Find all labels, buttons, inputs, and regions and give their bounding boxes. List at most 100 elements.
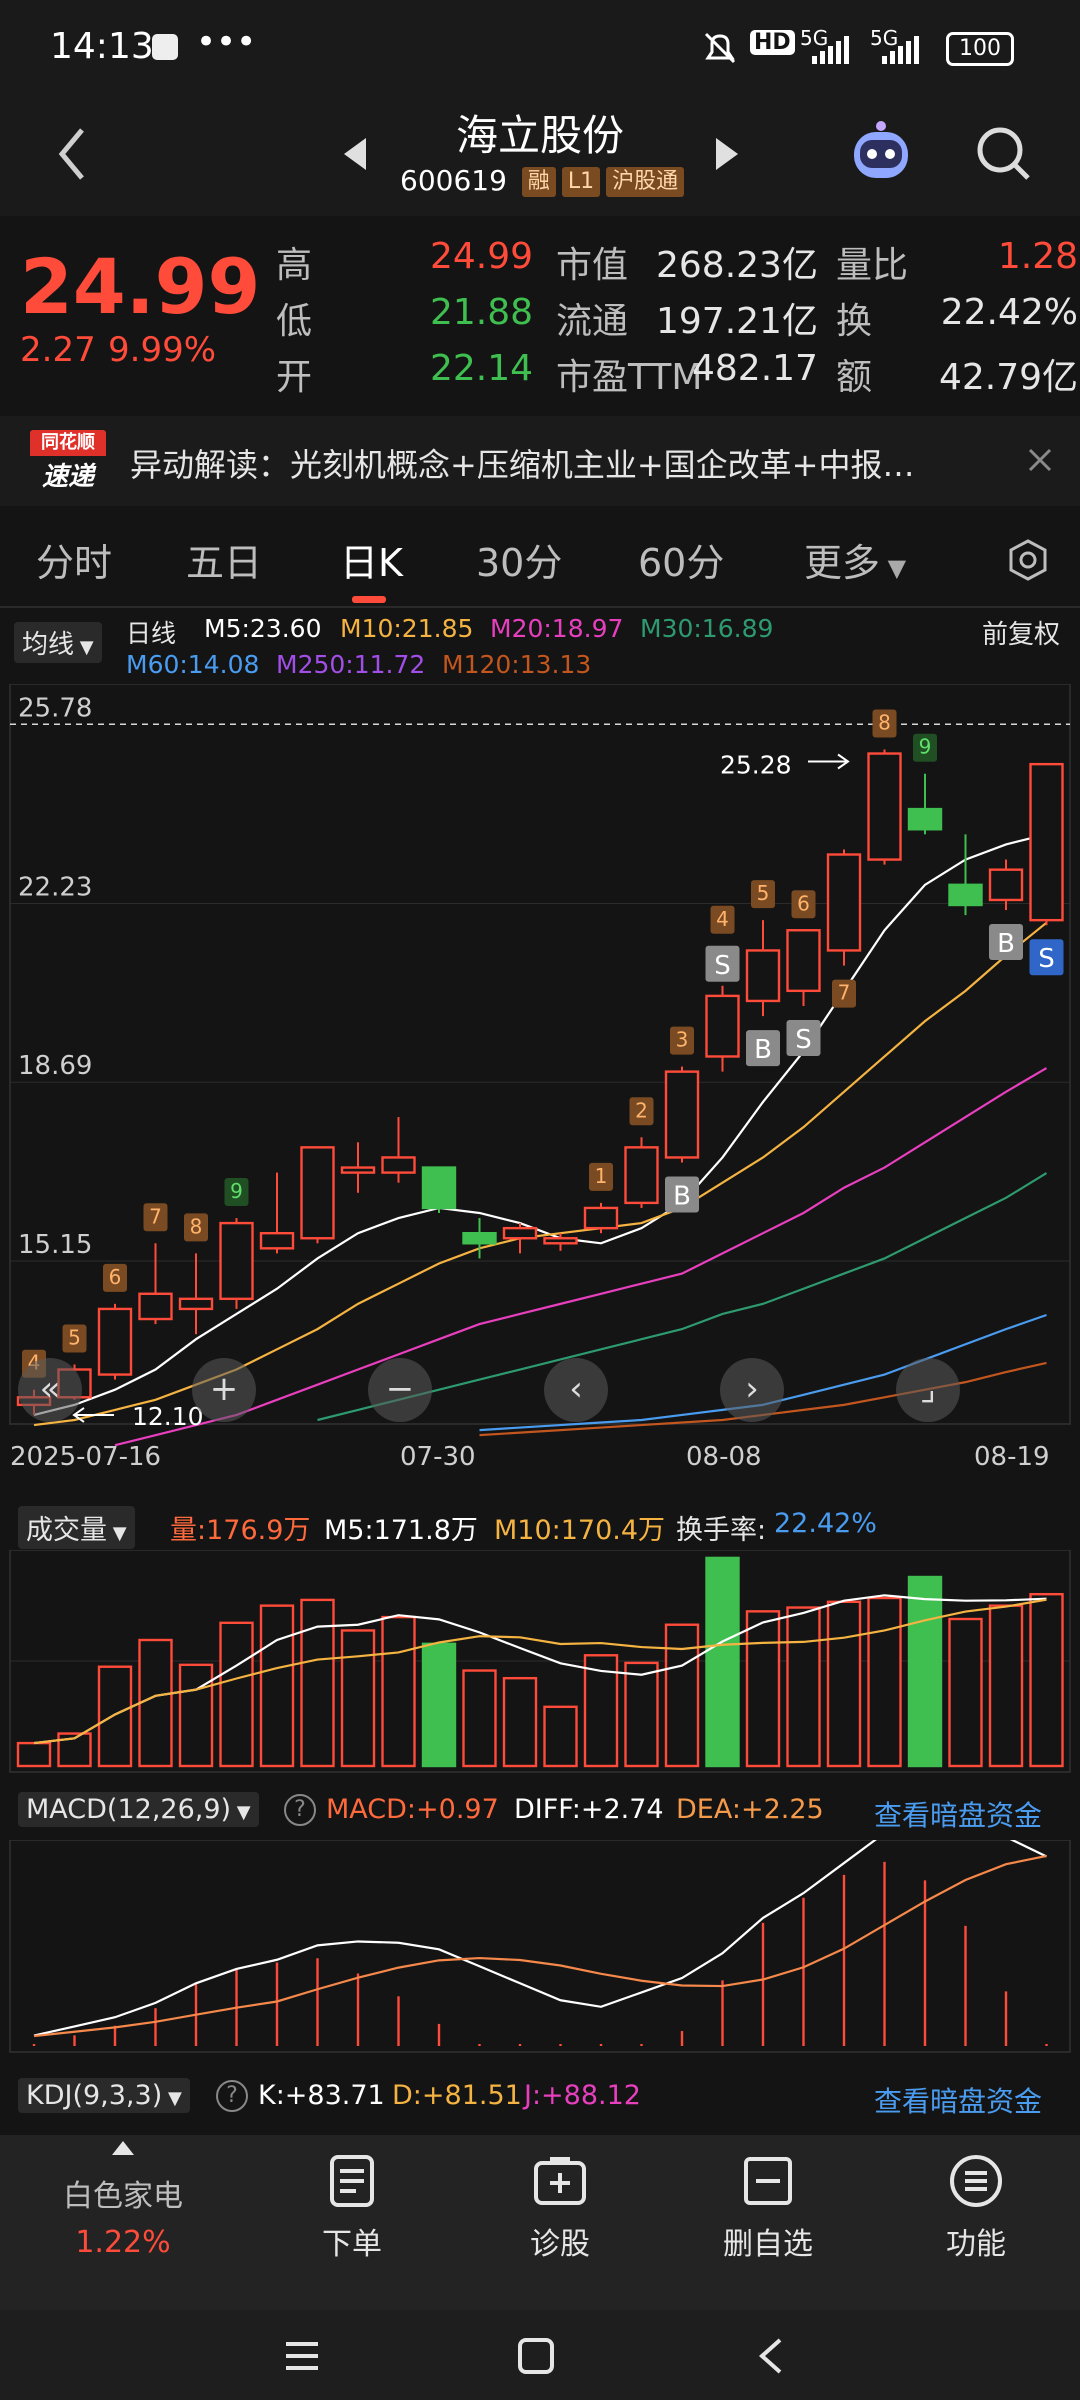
open-label: 开 bbox=[276, 357, 313, 398]
order-button[interactable]: 下单 bbox=[272, 2153, 432, 2263]
amount-label: 额 bbox=[836, 357, 873, 398]
settings-icon[interactable] bbox=[1006, 538, 1050, 582]
stock-header: 海立股份 600619 融 L1 沪股通 bbox=[0, 96, 1080, 216]
zoom-in-icon[interactable]: + bbox=[192, 1358, 256, 1422]
volume-bar bbox=[624, 1661, 659, 1768]
scroll-right-icon[interactable]: › bbox=[720, 1358, 784, 1422]
mcap-value: 268.23亿 bbox=[656, 245, 818, 286]
macd-dark-pool-link[interactable]: 查看暗盘资金 bbox=[874, 1794, 1042, 1834]
volume-bar bbox=[340, 1629, 376, 1768]
search-icon[interactable] bbox=[974, 124, 1034, 184]
candle-body bbox=[462, 1231, 497, 1245]
next-stock-icon[interactable] bbox=[712, 134, 742, 174]
tab-30min[interactable]: 30分 bbox=[476, 532, 562, 587]
tab-daily-k[interactable]: 日K bbox=[340, 532, 403, 587]
candle-body bbox=[988, 868, 1024, 902]
volume-bar bbox=[948, 1617, 983, 1768]
candle-body bbox=[300, 1146, 335, 1240]
candle-body bbox=[543, 1237, 578, 1245]
kdj-j: J:+88.12 bbox=[524, 2080, 641, 2111]
order-label: 下单 bbox=[322, 2227, 382, 2262]
volume-m5: M5:171.8万 bbox=[324, 1515, 478, 1546]
candle-body bbox=[178, 1297, 214, 1311]
kdj-selector[interactable]: KDJ(9,3,3) ▼ bbox=[18, 2078, 190, 2113]
close-icon[interactable] bbox=[1024, 444, 1056, 476]
volume-bar bbox=[664, 1623, 700, 1768]
diagnose-button[interactable]: 诊股 bbox=[480, 2153, 640, 2263]
volume-bar bbox=[826, 1600, 862, 1768]
signal-marker-label: 9 bbox=[230, 1179, 243, 1203]
remove-watchlist-button[interactable]: 删自选 bbox=[688, 2153, 848, 2263]
signal-marker-label: 6 bbox=[109, 1265, 122, 1289]
ma-legend: 均线 ▼ 日线 M5:23.60 M10:21.85 M20:18.97 M30… bbox=[0, 608, 1080, 684]
tab-intraday[interactable]: 分时 bbox=[36, 532, 112, 587]
kdj-dark-pool-link[interactable]: 查看暗盘资金 bbox=[874, 2080, 1042, 2120]
candle-body bbox=[867, 752, 902, 861]
candle-body bbox=[1029, 762, 1064, 922]
candle-body bbox=[502, 1226, 538, 1240]
zoom-out-icon[interactable]: − bbox=[368, 1358, 432, 1422]
ths-logo: 同花顺 速递 bbox=[30, 430, 106, 494]
fullscreen-icon[interactable]: ⌟ bbox=[896, 1358, 960, 1422]
macd-selector[interactable]: MACD(12,26,9) ▼ bbox=[18, 1792, 259, 1827]
ma-selector[interactable]: 均线 ▼ bbox=[14, 622, 102, 663]
turnover-label: 换 bbox=[836, 301, 873, 342]
scroll-left-icon[interactable]: ‹ bbox=[544, 1358, 608, 1422]
remove-watchlist-label: 删自选 bbox=[723, 2227, 813, 2262]
prev-stock-icon[interactable] bbox=[340, 134, 370, 174]
price-change: 2.27 bbox=[20, 330, 96, 370]
remove-watchlist-icon bbox=[744, 2157, 792, 2205]
macd-dea-line bbox=[33, 1854, 1047, 2038]
signal-marker-label: 8 bbox=[190, 1214, 203, 1238]
functions-button[interactable]: 功能 bbox=[896, 2153, 1056, 2263]
hd-icon: HD bbox=[750, 30, 795, 55]
candle-body bbox=[97, 1307, 133, 1376]
news-text: 异动解读：光刻机概念+压缩机主业+国企改革+中报… bbox=[130, 446, 915, 484]
stock-code: 600619 bbox=[400, 164, 507, 197]
high-annotation: 25.28 bbox=[720, 750, 792, 779]
ma-period: 日线 bbox=[126, 619, 177, 648]
x-tick-label: 08-08 bbox=[686, 1442, 762, 1472]
tab-60min[interactable]: 60分 bbox=[638, 532, 724, 587]
ma-m5: M5:23.60 bbox=[204, 614, 322, 643]
expand-up-icon[interactable] bbox=[110, 2139, 136, 2157]
sector-change: 1.22% bbox=[75, 2225, 171, 2260]
logo-bottom: 速递 bbox=[41, 462, 94, 492]
back-icon[interactable] bbox=[52, 124, 92, 184]
help-icon[interactable]: ? bbox=[284, 1794, 316, 1826]
x-tick-label: 08-19 bbox=[974, 1442, 1050, 1472]
candle-body bbox=[826, 853, 862, 952]
recent-apps-icon[interactable] bbox=[282, 2336, 322, 2376]
x-tick-label: 07-30 bbox=[400, 1442, 476, 1472]
status-time: 14:13 bbox=[50, 26, 154, 67]
adjust-mode[interactable]: 前复权 bbox=[982, 614, 1060, 651]
pe-label: 市盈TTM bbox=[556, 357, 703, 398]
help-icon[interactable]: ? bbox=[216, 2080, 248, 2112]
volume-bar bbox=[867, 1596, 902, 1768]
news-banner[interactable]: 同花顺 速递 异动解读：光刻机概念+压缩机主业+国企改革+中报… bbox=[0, 416, 1080, 506]
sector-name[interactable]: 白色家电 bbox=[0, 2171, 246, 2215]
rewind-icon[interactable]: « bbox=[18, 1358, 82, 1422]
turnover-rate-value: 22.42% bbox=[774, 1508, 877, 1539]
back-nav-icon[interactable] bbox=[752, 2336, 792, 2376]
volume-selector[interactable]: 成交量 ▼ bbox=[18, 1506, 135, 1549]
high-value: 24.99 bbox=[430, 236, 534, 277]
candle-body bbox=[705, 994, 740, 1058]
tab-more[interactable]: 更多 ▼ bbox=[804, 532, 906, 587]
candle-body bbox=[624, 1146, 659, 1205]
macd-chart[interactable] bbox=[0, 1840, 1080, 2054]
signal-marker-label: 9 bbox=[919, 735, 932, 759]
y-tick-label: 25.78 bbox=[18, 693, 92, 723]
more-notifications-icon: ••• bbox=[196, 22, 257, 62]
tab-five-day[interactable]: 五日 bbox=[186, 532, 262, 587]
logo-top: 同花顺 bbox=[30, 430, 106, 456]
ai-robot-icon[interactable] bbox=[846, 118, 916, 188]
ma-selector-chevron-icon: ▼ bbox=[74, 637, 94, 658]
volume-bar bbox=[138, 1638, 173, 1768]
candle-body bbox=[138, 1292, 173, 1321]
ma-line-m10 bbox=[33, 921, 1048, 1427]
home-icon[interactable] bbox=[516, 2336, 556, 2376]
volume-chart[interactable] bbox=[0, 1550, 1080, 1776]
candle-body bbox=[583, 1206, 619, 1230]
x-axis: 2025-07-16 07-30 08-08 08-19 bbox=[0, 1432, 1080, 1480]
